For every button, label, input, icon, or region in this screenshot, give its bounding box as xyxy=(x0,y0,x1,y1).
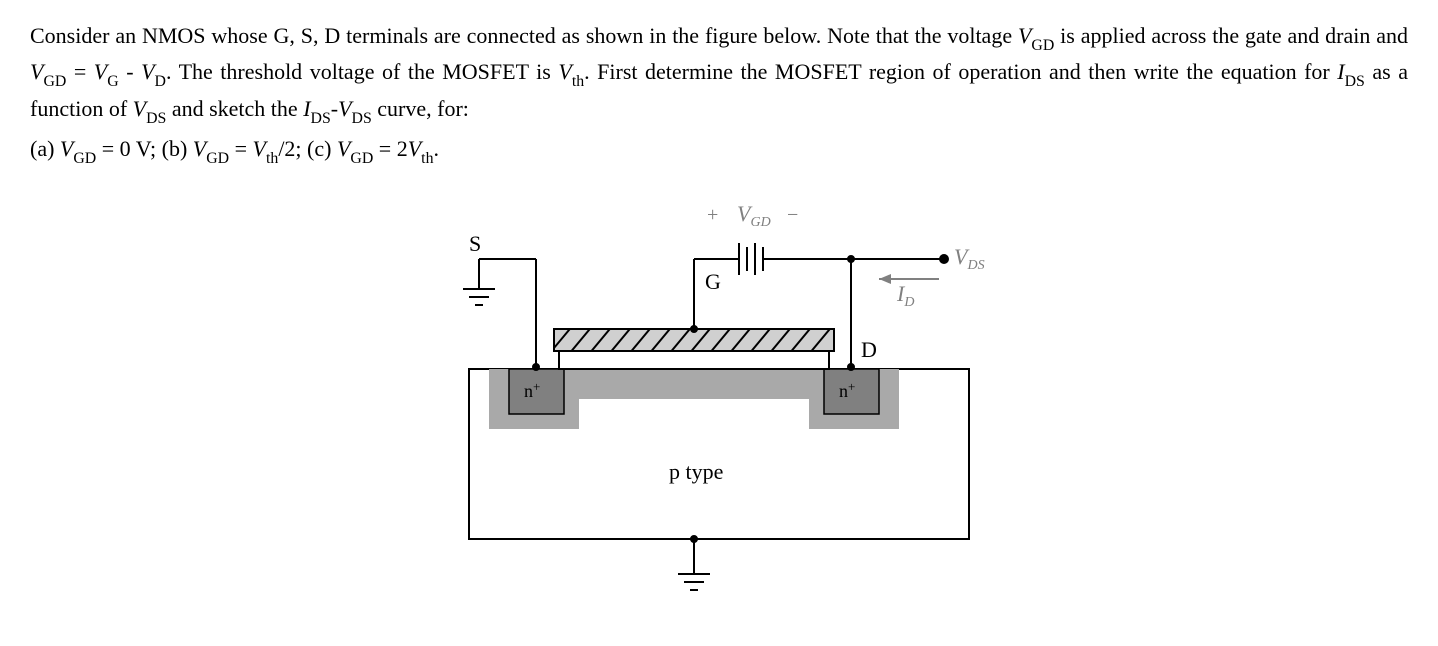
label-minus: − xyxy=(787,204,798,226)
text: = 0 V; xyxy=(96,136,161,161)
sub-gd: GD xyxy=(43,73,66,90)
label-VGD: VGD xyxy=(737,201,771,230)
sub: GD xyxy=(350,150,373,167)
ground-body-icon xyxy=(678,574,710,590)
sub-ds: DS xyxy=(311,110,331,127)
var-vgd: V xyxy=(1018,23,1031,48)
text: . xyxy=(433,136,439,161)
label-S: S xyxy=(469,231,481,256)
var-vds: V xyxy=(133,96,146,121)
text: Consider an NMOS whose G, S, D terminals… xyxy=(30,23,1018,48)
var: V xyxy=(408,136,421,161)
var-vg: V xyxy=(94,59,107,84)
vds-wire xyxy=(851,255,948,263)
sub-ds: DS xyxy=(146,110,166,127)
var-vth: V xyxy=(558,59,571,84)
var-ids: I xyxy=(1337,59,1344,84)
sub-th: th xyxy=(572,73,584,90)
var: V xyxy=(193,136,206,161)
var-vd: V xyxy=(141,59,154,84)
part-b-label: (b) xyxy=(162,136,193,161)
sub: th xyxy=(266,150,278,167)
text: = 2 xyxy=(373,136,407,161)
text: - xyxy=(119,59,141,84)
vgd-source-icon xyxy=(739,243,763,275)
body-wire xyxy=(691,536,697,574)
sub: GD xyxy=(73,150,96,167)
text: - xyxy=(331,96,338,121)
source-wire xyxy=(479,259,539,370)
sub-g: G xyxy=(107,73,118,90)
part-a-label: (a) xyxy=(30,136,60,161)
ground-source-icon xyxy=(463,289,495,305)
label-plus: + xyxy=(707,204,718,226)
var: V xyxy=(337,136,350,161)
var: V xyxy=(60,136,73,161)
text: . First determine the MOSFET region of o… xyxy=(584,59,1337,84)
var: V xyxy=(253,136,266,161)
text: is applied across the gate and drain and xyxy=(1054,23,1408,48)
problem-statement: Consider an NMOS whose G, S, D terminals… xyxy=(30,20,1408,129)
oxide-layer xyxy=(559,351,829,369)
label-ptype: p type xyxy=(669,459,723,484)
text: = xyxy=(66,59,93,84)
text: . The threshold voltage of the MOSFET is xyxy=(166,59,558,84)
sub-d: D xyxy=(155,73,166,90)
id-arrow-icon xyxy=(879,274,939,284)
label-D: D xyxy=(861,337,877,362)
text: = xyxy=(229,136,252,161)
circuit-figure: S G D + VGD − VDS ID n+ n+ p type xyxy=(30,179,1408,609)
sub-ds: DS xyxy=(352,110,372,127)
sub: GD xyxy=(206,150,229,167)
var-ids: I xyxy=(303,96,310,121)
label-ID: ID xyxy=(896,281,914,310)
text: curve, for: xyxy=(372,96,469,121)
label-VDS: VDS xyxy=(954,244,985,273)
text: /2; xyxy=(278,136,307,161)
sub-ds: DS xyxy=(1345,73,1365,90)
problem-parts: (a) VGD = 0 V; (b) VGD = Vth/2; (c) VGD … xyxy=(30,133,1408,169)
sub-gd: GD xyxy=(1031,37,1054,54)
var-vds: V xyxy=(338,96,351,121)
sub: th xyxy=(421,150,433,167)
text: and sketch the xyxy=(166,96,303,121)
var-vgd: V xyxy=(30,59,43,84)
nmos-diagram: S G D + VGD − VDS ID n+ n+ p type xyxy=(409,179,1029,609)
part-c-label: (c) xyxy=(307,136,337,161)
label-G: G xyxy=(705,269,721,294)
